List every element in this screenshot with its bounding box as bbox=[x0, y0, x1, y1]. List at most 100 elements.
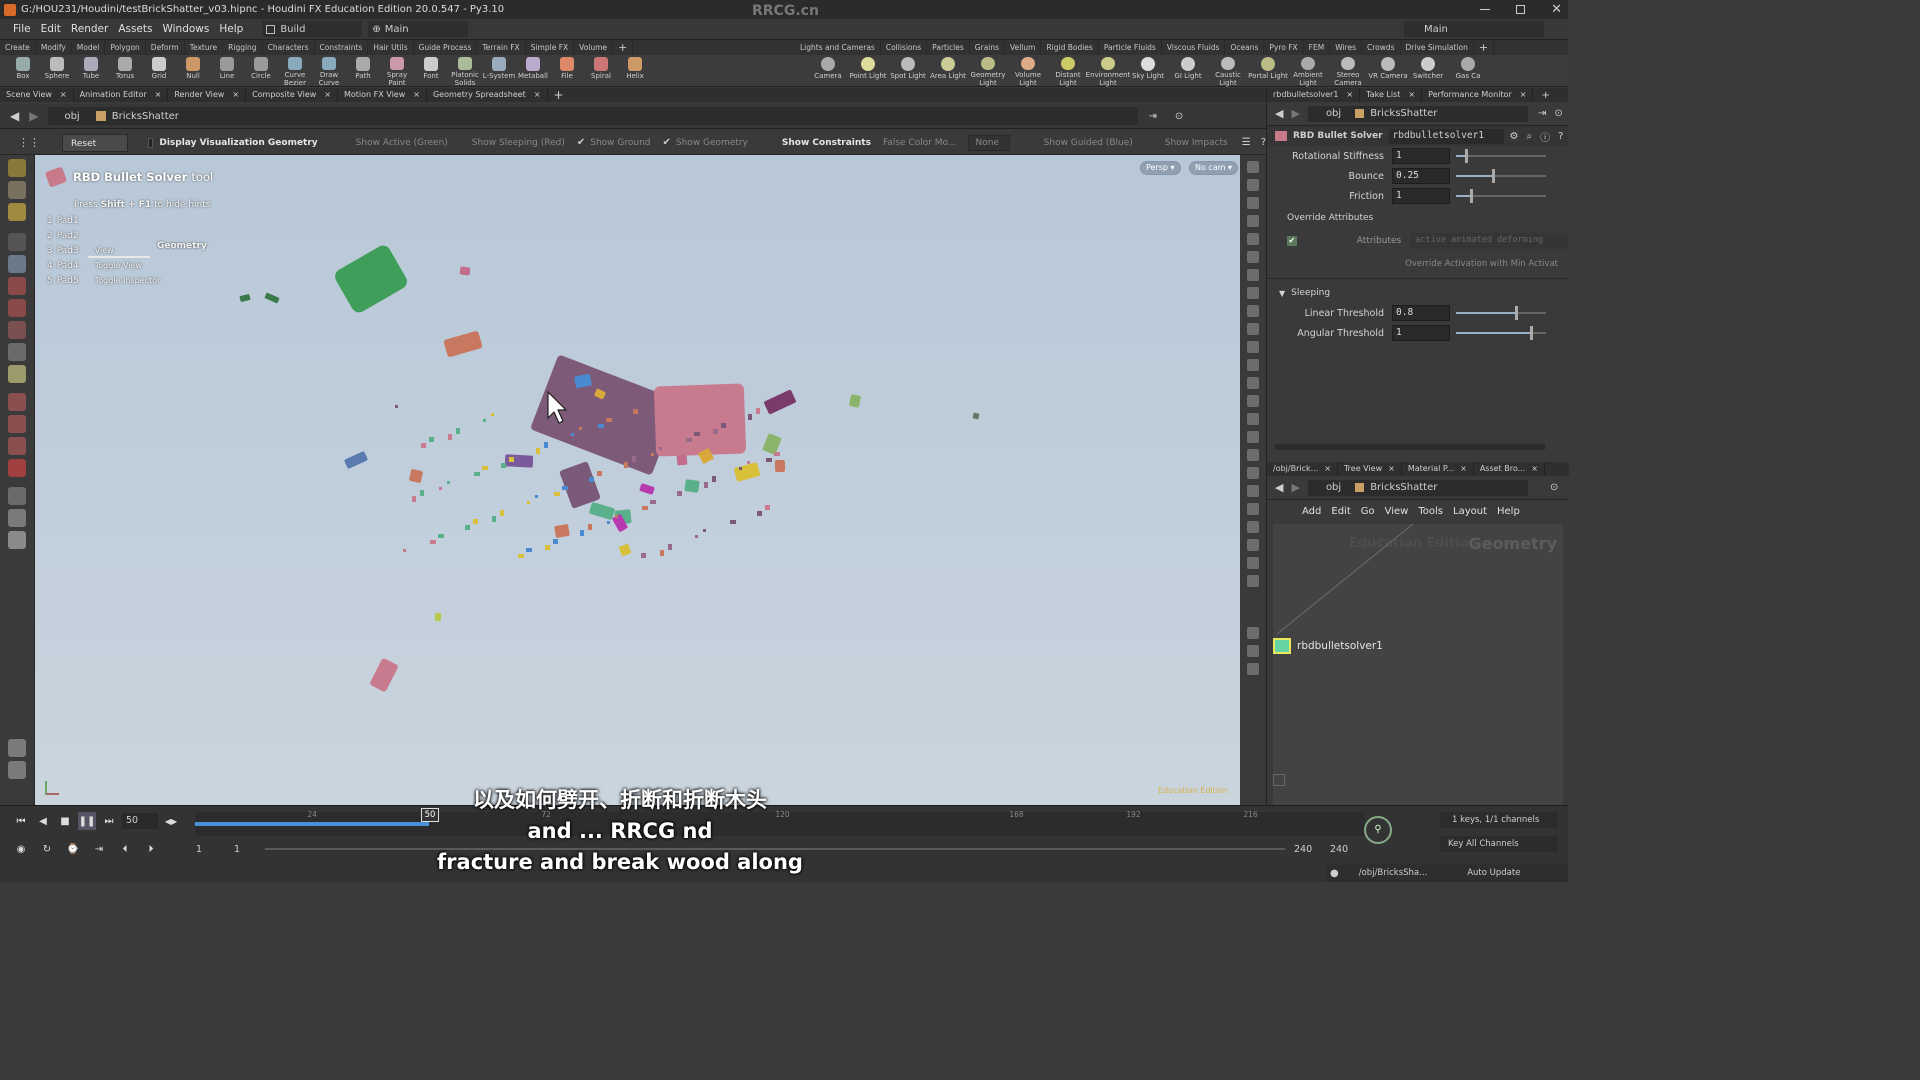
snapshot-icon[interactable] bbox=[1247, 359, 1259, 371]
right-tab-rbdbulletsolver1[interactable]: rbdbulletsolver1 × bbox=[1267, 88, 1361, 102]
shelf-tab-texture[interactable]: Texture bbox=[185, 40, 224, 55]
network-menu-view[interactable]: View bbox=[1380, 506, 1414, 517]
param-value-field[interactable]: 0.25 bbox=[1392, 168, 1450, 184]
point-icon[interactable] bbox=[1247, 269, 1259, 281]
reset-simulation-button[interactable]: Reset Simulation bbox=[62, 133, 128, 167]
collapse-arrow-icon[interactable]: ▼ bbox=[1279, 289, 1285, 298]
shelf-tab-terrain-fx[interactable]: Terrain FX bbox=[477, 40, 526, 55]
light-icon[interactable] bbox=[1247, 251, 1259, 263]
help-icon[interactable]: ? bbox=[1558, 131, 1563, 142]
network-menu-help[interactable]: Help bbox=[1492, 506, 1525, 517]
persp-menu[interactable]: Persp ▾ bbox=[1140, 161, 1181, 175]
tool-area-light[interactable]: Area Light bbox=[928, 55, 968, 87]
shelf-tab-hair-utils[interactable]: Hair Utils bbox=[368, 40, 414, 55]
tool-distant-light[interactable]: Distant Light bbox=[1048, 55, 1088, 87]
menu-assets[interactable]: Assets bbox=[113, 23, 157, 35]
render-icon[interactable] bbox=[1247, 503, 1259, 515]
tool-switcher[interactable]: Switcher bbox=[1408, 55, 1448, 87]
close-tab-icon[interactable]: × bbox=[534, 88, 541, 102]
param-value-field[interactable]: 1 bbox=[1392, 325, 1450, 341]
close-tab-icon[interactable]: × bbox=[324, 88, 331, 102]
pane-tab-animation-editor[interactable]: Animation Editor × bbox=[74, 88, 169, 102]
param-slider[interactable] bbox=[1456, 326, 1546, 340]
shelf-tab-simple-fx[interactable]: Simple FX bbox=[526, 40, 575, 55]
slider-knob[interactable] bbox=[1514, 306, 1518, 320]
network-menu-layout[interactable]: Layout bbox=[1448, 506, 1492, 517]
shelf-tab-particles[interactable]: Particles bbox=[927, 40, 970, 55]
network-tab-asset-bro[interactable]: Asset Bro... × bbox=[1474, 462, 1545, 476]
pane-tab-motion-fx-view[interactable]: Motion FX View × bbox=[338, 88, 427, 102]
info-icon[interactable] bbox=[1247, 627, 1259, 639]
vertex-icon[interactable] bbox=[1247, 305, 1259, 317]
curve-icon[interactable] bbox=[1247, 413, 1259, 425]
add-tab-icon[interactable]: + bbox=[554, 88, 564, 102]
move-tool-icon[interactable] bbox=[8, 277, 26, 295]
tool-camera[interactable]: Camera bbox=[808, 55, 848, 87]
add-shelf-icon[interactable]: + bbox=[1474, 40, 1495, 55]
tool-metaball[interactable]: Metaball bbox=[516, 55, 550, 87]
pad-row-4[interactable]: 4 Pad4 Toggle View bbox=[47, 258, 160, 273]
tool-geometry-light[interactable]: Geometry Light bbox=[968, 55, 1008, 87]
grid-icon[interactable] bbox=[1247, 341, 1259, 353]
handle-tool-icon[interactable] bbox=[8, 159, 26, 177]
show-sleeping-toggle[interactable]: Show Sleeping (Red) bbox=[460, 138, 577, 148]
tool-vr-camera[interactable]: VR Camera bbox=[1368, 55, 1408, 87]
tool-l-system[interactable]: L-System bbox=[482, 55, 516, 87]
close-tab-icon[interactable]: × bbox=[1388, 462, 1395, 476]
param-value-field[interactable]: 1 bbox=[1392, 188, 1450, 204]
snap-icon[interactable] bbox=[8, 415, 26, 433]
rbd-solver-node[interactable]: rbdbulletsolver1 bbox=[1273, 638, 1383, 654]
tool-draw-curve[interactable]: Draw Curve bbox=[312, 55, 346, 87]
shelf-tab-crowds[interactable]: Crowds bbox=[1362, 40, 1401, 55]
forward-arrow-icon[interactable]: ▶ bbox=[1291, 481, 1299, 494]
forward-arrow-icon[interactable]: ▶ bbox=[29, 109, 38, 123]
close-tab-icon[interactable]: × bbox=[1520, 88, 1527, 102]
shelf-tab-characters[interactable]: Characters bbox=[263, 40, 315, 55]
grid-menu-icon[interactable]: ⋮⋮ bbox=[18, 136, 40, 149]
param-path-field[interactable]: obj BricksShatter bbox=[1307, 105, 1528, 122]
tool-path[interactable]: Path bbox=[346, 55, 380, 87]
shelf-tab-polygon[interactable]: Polygon bbox=[105, 40, 146, 55]
eye-icon[interactable] bbox=[1247, 663, 1259, 675]
flipbook-icon[interactable] bbox=[1247, 557, 1259, 569]
close-tab-icon[interactable]: × bbox=[60, 88, 67, 102]
shelf-tab-particle-fluids[interactable]: Particle Fluids bbox=[1099, 40, 1162, 55]
ghost-icon[interactable] bbox=[1247, 179, 1259, 191]
pin-view-icon[interactable] bbox=[1247, 575, 1259, 587]
pane-tab-composite-view[interactable]: Composite View × bbox=[246, 88, 338, 102]
tool-environment-light[interactable]: Environment Light bbox=[1086, 55, 1130, 87]
show-constraints-toggle[interactable]: Show Constraints bbox=[770, 138, 883, 148]
vector-icon[interactable] bbox=[1247, 431, 1259, 443]
tool-portal-light[interactable]: Portal Light bbox=[1248, 55, 1288, 87]
desktop-build-select[interactable]: Build bbox=[262, 21, 363, 37]
wireframe-icon[interactable] bbox=[1247, 215, 1259, 227]
end-frame-2[interactable]: 240 bbox=[1330, 844, 1348, 855]
attributes-field[interactable]: active animated deforming bbox=[1411, 233, 1568, 249]
lock-camera-icon[interactable] bbox=[1247, 197, 1259, 209]
cube-icon[interactable] bbox=[1247, 521, 1259, 533]
shelf-tab-volume[interactable]: Volume bbox=[574, 40, 614, 55]
menu-file[interactable]: File bbox=[8, 23, 36, 35]
sleeping-section[interactable]: ▼ Sleeping bbox=[1267, 283, 1568, 303]
tool-gas-ca[interactable]: Gas Ca bbox=[1448, 55, 1488, 87]
shelf-tab-oceans[interactable]: Oceans bbox=[1225, 40, 1265, 55]
key-all-channels-select[interactable]: Key All Channels bbox=[1440, 836, 1558, 852]
show-guided-toggle[interactable]: Show Guided (Blue) bbox=[1032, 138, 1145, 148]
pivot-icon[interactable] bbox=[8, 487, 26, 505]
shelf-tab-collisions[interactable]: Collisions bbox=[881, 40, 928, 55]
material-icon[interactable] bbox=[1247, 485, 1259, 497]
minimize-icon[interactable] bbox=[1480, 9, 1491, 10]
view-tool-icon[interactable] bbox=[8, 365, 26, 383]
snap-grid-icon[interactable] bbox=[8, 437, 26, 455]
param-value-field[interactable]: 1 bbox=[1392, 148, 1450, 164]
tool-platonic-solids[interactable]: Platonic Solids bbox=[448, 55, 482, 87]
tool-tube[interactable]: Tube bbox=[74, 55, 108, 87]
shelf-tab-wires[interactable]: Wires bbox=[1330, 40, 1362, 55]
show-impacts-toggle[interactable]: Show Impacts bbox=[1153, 138, 1240, 148]
shelf-tab-modify[interactable]: Modify bbox=[36, 40, 72, 55]
tool-line[interactable]: Line bbox=[210, 55, 244, 87]
tool-grid[interactable]: Grid bbox=[142, 55, 176, 87]
close-tab-icon[interactable]: × bbox=[1460, 462, 1467, 476]
display-options-icon[interactable] bbox=[1247, 161, 1259, 173]
pose-tool-icon[interactable] bbox=[8, 343, 26, 361]
